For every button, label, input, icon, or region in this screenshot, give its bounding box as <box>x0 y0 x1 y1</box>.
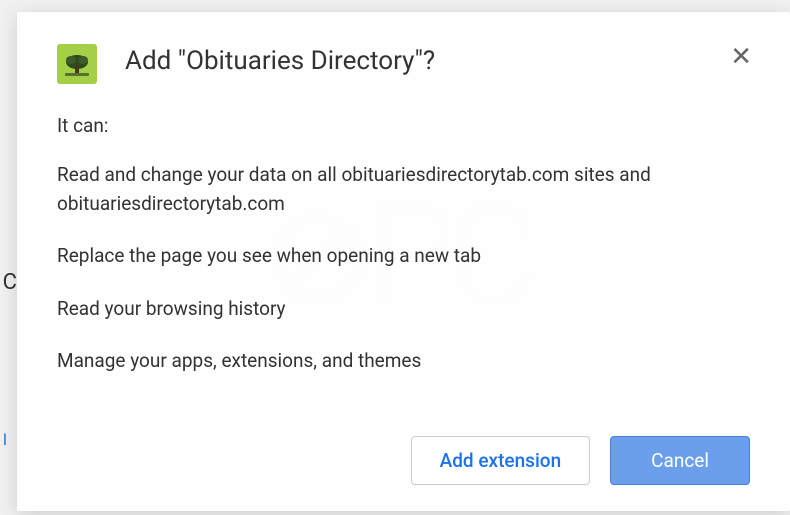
permission-item: Manage your apps, extensions, and themes <box>57 347 750 376</box>
dialog-footer: Add extension Cancel <box>17 420 790 515</box>
close-icon[interactable]: ✕ <box>722 40 760 74</box>
dialog-title: Add "Obituaries Directory"? <box>125 40 722 76</box>
dialog-header: Add "Obituaries Directory"? ✕ <box>17 12 790 104</box>
edge-char: C <box>0 270 17 295</box>
add-extension-button[interactable]: Add extension <box>411 436 591 485</box>
cancel-button[interactable]: Cancel <box>610 436 750 485</box>
permissions-intro: It can: <box>57 114 750 137</box>
permission-item: Replace the page you see when opening a … <box>57 242 750 271</box>
dialog-body: It can: Read and change your data on all… <box>17 104 790 420</box>
extension-icon <box>57 44 97 84</box>
permission-item: Read and change your data on all obituar… <box>57 161 750 218</box>
permission-item: Read your browsing history <box>57 295 750 324</box>
edge-link: l <box>3 430 7 449</box>
extension-install-dialog: Add "Obituaries Directory"? ✕ It can: Re… <box>17 12 790 511</box>
